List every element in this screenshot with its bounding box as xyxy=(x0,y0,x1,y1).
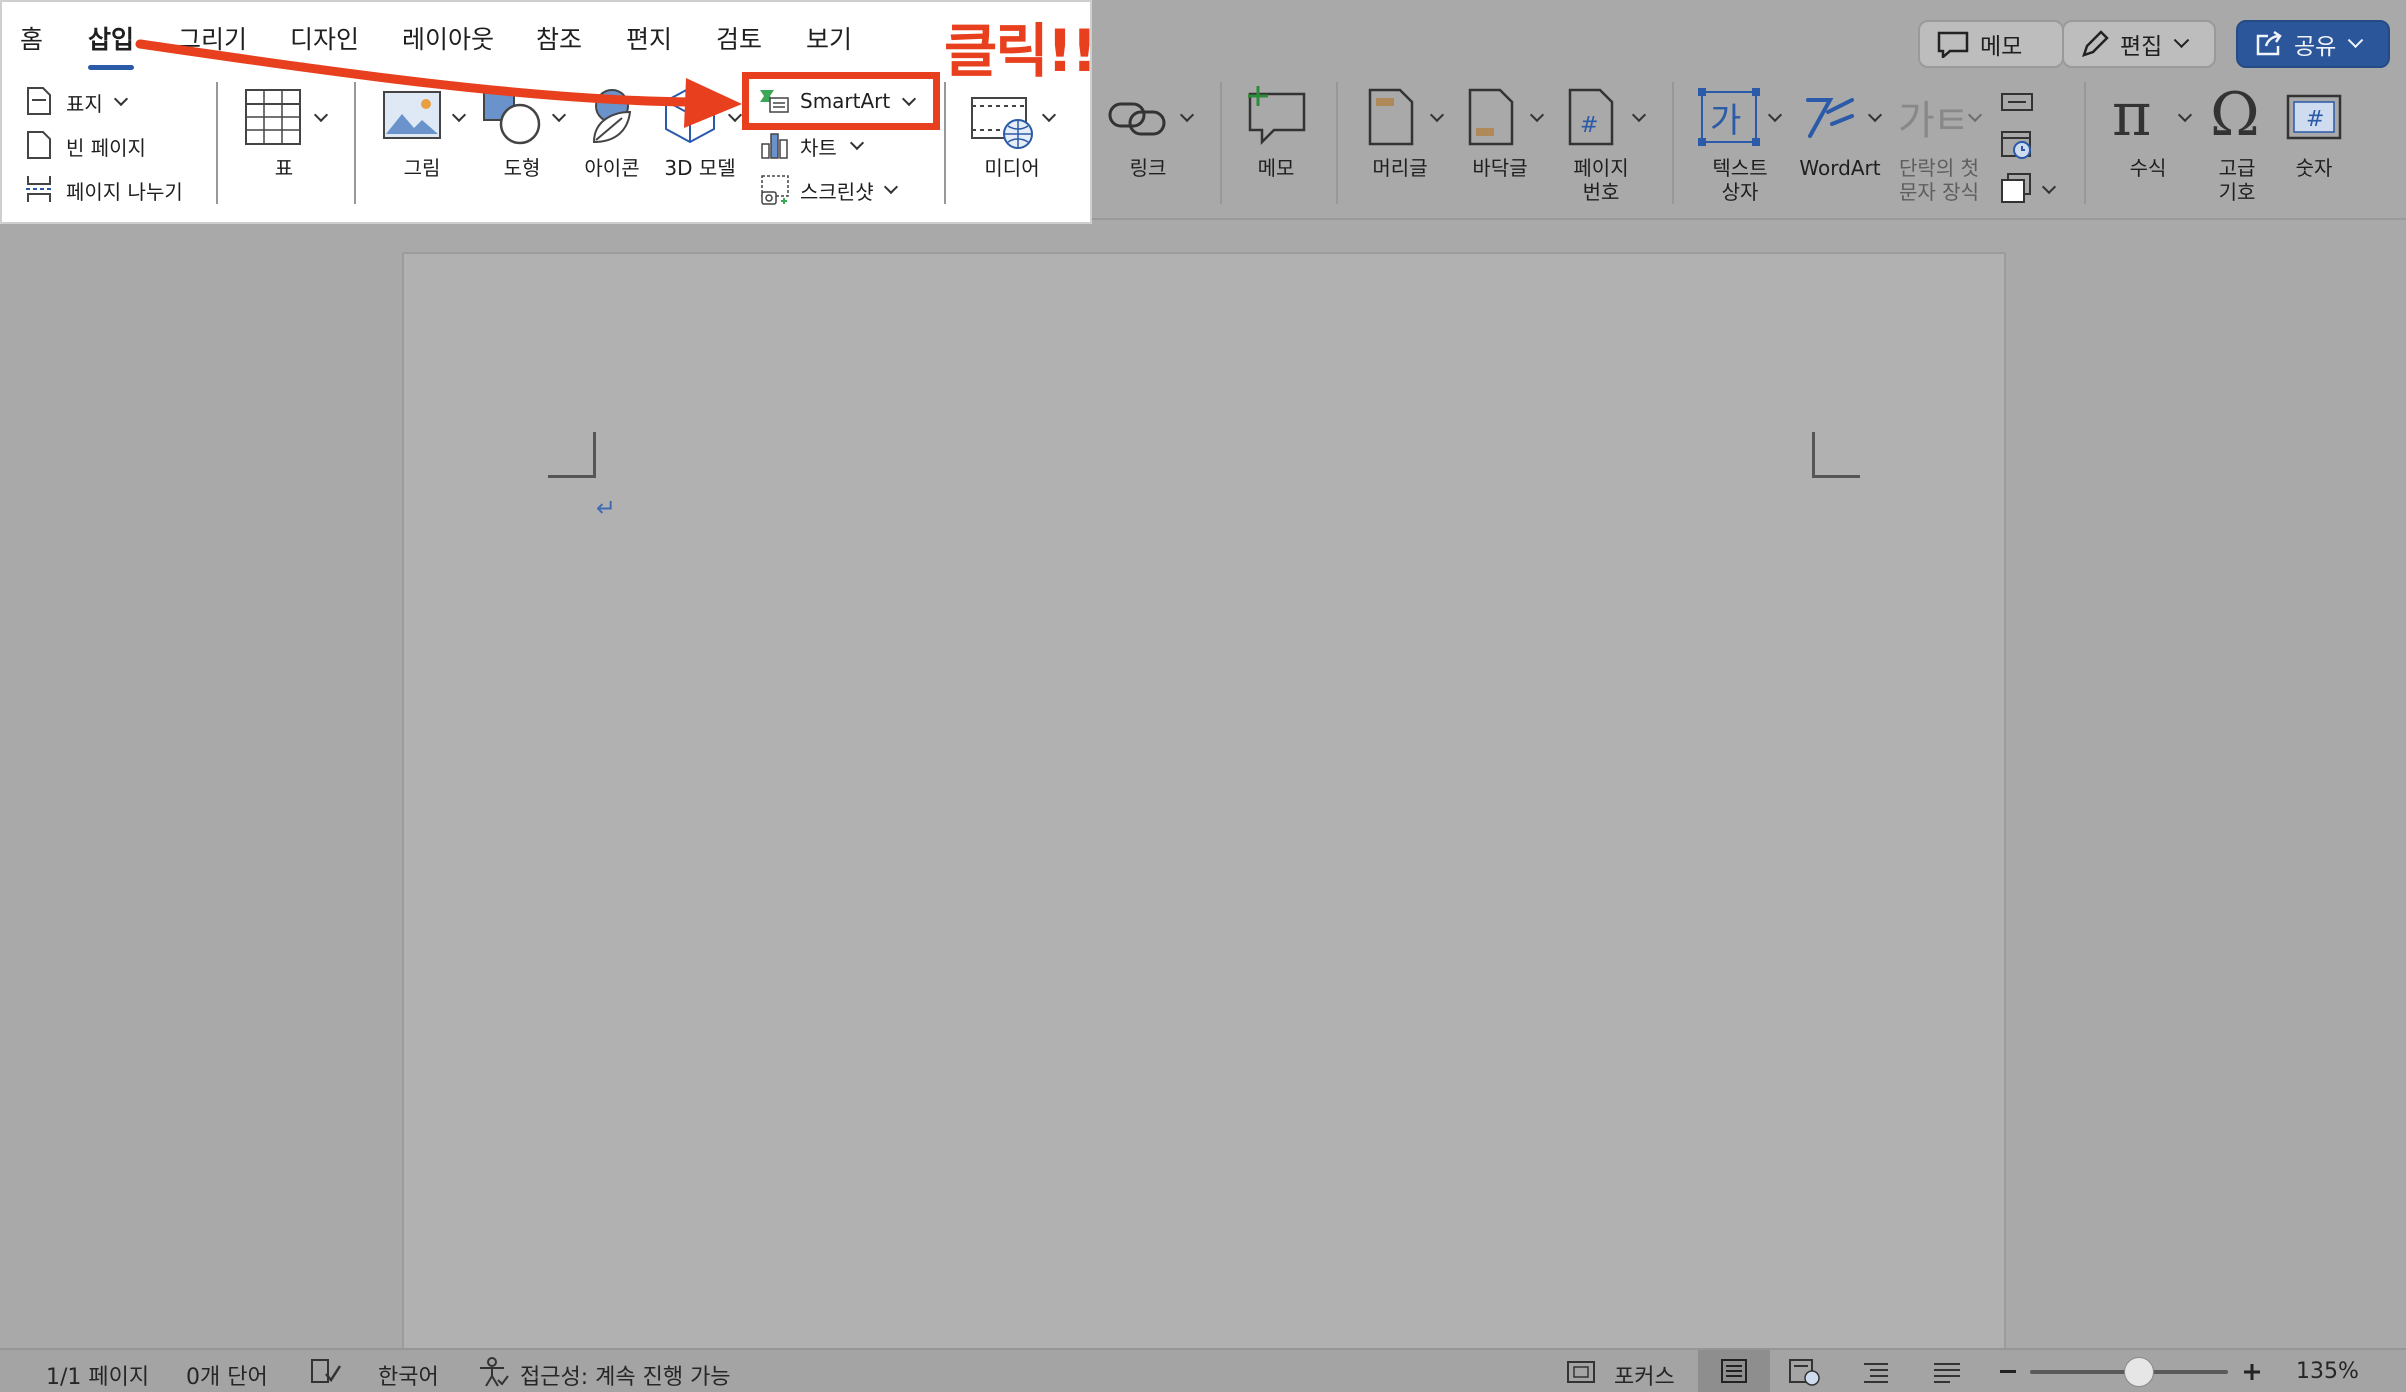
footer-icon[interactable] xyxy=(1468,88,1514,146)
page-break-icon xyxy=(24,174,54,204)
header-label: 머리글 xyxy=(1372,156,1428,180)
separator xyxy=(944,82,946,204)
comment-label: 메모 xyxy=(1257,156,1295,180)
paragraph-mark: ↵ xyxy=(596,494,617,522)
picture-label: 그림 xyxy=(403,156,441,180)
word-count[interactable]: 0개 단어 xyxy=(186,1359,268,1391)
share-button-label: 공유 xyxy=(2294,34,2337,60)
editing-button[interactable]: 편집 xyxy=(2062,20,2216,68)
textbox-label-line2: 상자 xyxy=(1721,180,1759,204)
textbox-label-line1: 텍스트 xyxy=(1712,156,1768,180)
margin-corner-top-left xyxy=(548,432,596,478)
zoom-slider-track[interactable] xyxy=(2030,1357,2228,1387)
chevron-down-icon xyxy=(2174,31,2190,48)
drop-cap-label-line2: 문자 장식 xyxy=(1899,180,1979,204)
symbol-label-line2: 기호 xyxy=(2218,180,2256,204)
page-number-icon[interactable]: # xyxy=(1568,88,1614,146)
status-bar: 1/1 페이지 0개 단어 한국어 접근성: 계속 진행 가능 포커스 135% xyxy=(0,1348,2406,1392)
symbol-label-line1: 고급 xyxy=(2218,156,2256,180)
equation-label: 수식 xyxy=(2129,156,2167,180)
outline-view-icon[interactable] xyxy=(1862,1360,1892,1384)
zoom-in-button[interactable] xyxy=(2242,1362,2262,1382)
wordart-icon[interactable] xyxy=(1802,86,1858,146)
svg-text:#: # xyxy=(2306,107,2324,132)
footer-label: 바닥글 xyxy=(1472,156,1528,180)
page-count[interactable]: 1/1 페이지 xyxy=(46,1359,149,1391)
share-icon xyxy=(2254,30,2284,58)
media-label: 미디어 xyxy=(984,156,1040,180)
chart-button[interactable]: 차트 xyxy=(800,132,837,161)
chart-icon[interactable] xyxy=(760,130,790,160)
3d-model-label: 3D 모델 xyxy=(664,156,736,180)
zoom-slider-thumb[interactable] xyxy=(2123,1357,2154,1387)
new-comment-icon[interactable] xyxy=(1244,84,1310,148)
separator xyxy=(2084,82,2086,204)
pencil-icon xyxy=(2080,29,2110,59)
accessibility-status[interactable]: 접근성: 계속 진행 가능 xyxy=(520,1359,731,1391)
media-icon[interactable] xyxy=(970,94,1036,150)
equation-icon[interactable]: π xyxy=(2112,80,2151,150)
draft-view-icon[interactable] xyxy=(1932,1360,1962,1384)
margin-corner-top-right xyxy=(1812,432,1860,478)
separator xyxy=(1672,82,1674,204)
svg-text:#: # xyxy=(1580,113,1598,138)
date-time-icon[interactable] xyxy=(2000,128,2034,160)
print-layout-view-button[interactable] xyxy=(1698,1350,1770,1392)
link-label: 링크 xyxy=(1129,156,1167,180)
number-label: 숫자 xyxy=(2295,156,2333,180)
chevron-down-icon xyxy=(2348,31,2364,48)
comments-button[interactable]: 메모 xyxy=(1918,20,2064,68)
focus-icon[interactable] xyxy=(1566,1360,1596,1384)
header-icon[interactable] xyxy=(1368,88,1414,146)
screenshot-button[interactable]: 스크린샷 xyxy=(800,176,874,205)
annotation-arrow xyxy=(0,0,760,140)
accessibility-icon[interactable] xyxy=(478,1356,510,1388)
object-icon[interactable] xyxy=(2000,172,2034,204)
document-page[interactable] xyxy=(402,252,2006,1350)
icons-label: 아이콘 xyxy=(584,156,640,180)
drop-cap-label-line1: 단락의 첫 xyxy=(1899,156,1979,180)
annotation-click-label: 클릭!! xyxy=(944,17,1098,85)
textbox-icon-glyph: 가 xyxy=(1710,101,1742,141)
table-label: 표 xyxy=(274,156,294,180)
separator xyxy=(1220,82,1222,204)
zoom-out-button[interactable] xyxy=(2000,1370,2016,1373)
page-number-label-line1: 페이지 xyxy=(1573,156,1629,180)
print-layout-icon xyxy=(1721,1359,1747,1383)
link-icon[interactable] xyxy=(1108,96,1168,140)
tab-view[interactable]: 보기 xyxy=(806,20,852,56)
share-button[interactable]: 공유 xyxy=(2236,20,2390,68)
signature-line-icon[interactable] xyxy=(2000,90,2034,114)
symbol-icon[interactable]: Ω xyxy=(2210,80,2260,150)
zoom-level[interactable]: 135% xyxy=(2296,1359,2359,1384)
shapes-label: 도형 xyxy=(503,156,541,180)
drop-cap-icon-glyph[interactable]: 가ㅌ xyxy=(1898,88,1970,146)
editing-button-label: 편집 xyxy=(2120,34,2163,60)
separator xyxy=(1336,82,1338,204)
web-layout-icon[interactable] xyxy=(1788,1358,1822,1386)
page-break-button[interactable]: 페이지 나누기 xyxy=(66,176,183,205)
comments-button-label: 메모 xyxy=(1980,34,2023,60)
screenshot-icon[interactable] xyxy=(760,174,792,206)
language[interactable]: 한국어 xyxy=(378,1359,439,1391)
proofing-icon[interactable] xyxy=(310,1358,342,1386)
comment-icon xyxy=(1936,30,1970,58)
smartart-highlight-box xyxy=(742,72,940,130)
number-icon[interactable]: # xyxy=(2286,94,2342,140)
page-number-label-line2: 번호 xyxy=(1582,180,1620,204)
focus-button[interactable]: 포커스 xyxy=(1614,1359,1675,1391)
wordart-label: WordArt xyxy=(1799,156,1881,180)
